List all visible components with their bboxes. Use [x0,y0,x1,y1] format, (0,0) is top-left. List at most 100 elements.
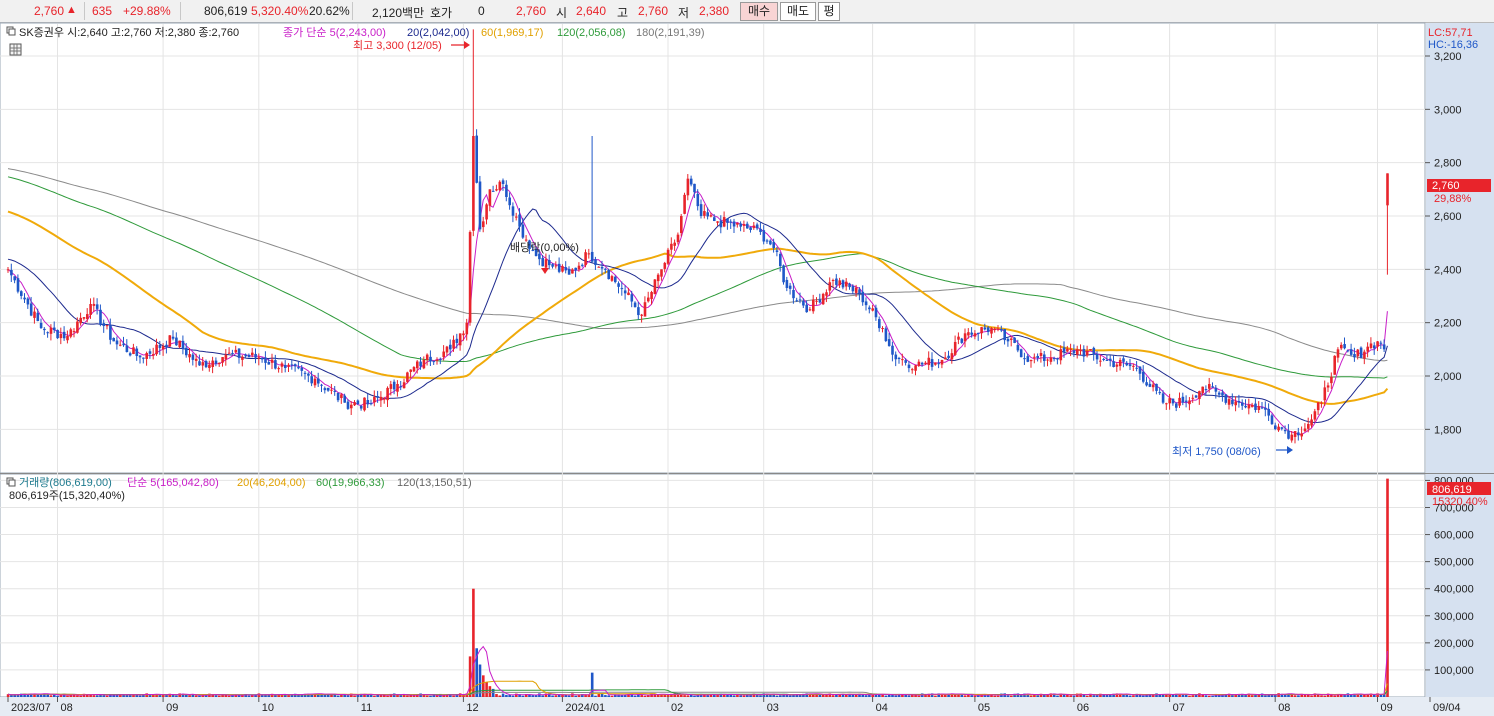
candle-body [736,222,739,225]
candle-body [574,267,577,271]
candle-body [983,327,987,330]
volume-ma20-legend: 20(46,204,00) [237,477,306,489]
candle-body [389,384,393,389]
candle-body [775,250,779,252]
candle-body [221,357,224,363]
candle-body [1165,403,1168,405]
candle-body [237,348,241,358]
candle-body [726,218,729,223]
candle-body [49,327,53,334]
candle-body [706,212,709,217]
volume-bar [742,695,746,697]
candle-body [1201,386,1204,393]
candle-body [1145,382,1148,386]
volume-bar [1379,694,1383,697]
candle-body [363,397,366,411]
candle-body [1092,347,1096,355]
volume-bar [769,694,772,697]
volume-bar [95,695,99,697]
candle-body [1000,329,1003,331]
candle-body [452,339,455,349]
price-tag-pct: 29,88% [1434,193,1472,205]
volume-bar [557,694,561,697]
candle-body [772,242,775,248]
candle-body [680,216,683,234]
candle-body [538,253,541,260]
candle-body [729,221,733,223]
candle-body [62,331,66,339]
candle-body [439,358,442,360]
candle-body [590,251,594,262]
x-tick-label: 09 [1381,702,1393,714]
candle-body [178,340,181,348]
candle-body [462,333,465,336]
candle-body [515,216,518,218]
candle-body [699,204,703,216]
candle-body [369,403,373,405]
volume-tick-label: 500,000 [1434,557,1474,569]
candle-body [43,328,46,331]
candle-body [1224,394,1228,403]
ma180-legend: 180(2,191,39) [636,27,705,39]
candle-body [739,223,742,227]
candle-body [1280,427,1284,429]
candle-body [1349,349,1353,355]
stock-chart[interactable]: 1,800 2,000 2,200 2,400 2,600 2,800 3,000 3,200… [0,0,1494,716]
candle-body [247,354,251,358]
candle-body [53,327,56,331]
candle-body [1151,384,1155,388]
volume-bar [904,694,907,697]
candle-body [1085,350,1089,356]
candle-body [1138,366,1142,374]
candle-body [656,274,660,282]
volume-bar [1161,694,1165,697]
volume-bar [1158,694,1162,697]
x-tick-label: 06 [1077,702,1089,714]
volume-bar [399,695,403,697]
price-tick-label: 3,200 [1434,51,1462,63]
candle-body [548,259,551,266]
candle-body [82,317,86,319]
candle-body [980,327,983,334]
grid-table-icon[interactable] [9,43,22,56]
volume-bar [1320,695,1323,697]
volume-bar [194,695,198,697]
candle-body [973,333,977,337]
volume-bar [851,694,855,697]
candle-body [1359,347,1363,358]
volume-bar [1231,695,1234,697]
candle-body [135,348,139,356]
candle-body [412,367,416,372]
candle-body [1247,404,1251,409]
volume-bar [1254,694,1257,697]
candle-body [1353,354,1356,358]
volume-bar [554,695,558,697]
price-panel[interactable] [0,22,1426,474]
volume-bar [1066,694,1069,697]
candle-body [798,299,802,301]
candle-body [792,290,795,299]
volume-bar [1191,695,1195,697]
candle-body [350,404,353,409]
candle-body [392,381,396,390]
volume-bar [868,694,871,697]
candle-body [1109,358,1112,361]
x-tick-label: 04 [876,702,888,714]
candle-body [1082,348,1086,357]
volume-bar [406,695,409,697]
volume-bar [346,695,350,697]
candle-body [1379,342,1383,344]
candle-body [386,387,389,401]
volume-bar [551,695,554,697]
candle-body [409,369,412,372]
volume-bar [251,695,254,697]
volume-bar [501,693,505,697]
candle-body [1234,401,1237,406]
volume-bar [432,695,436,697]
candle-body [290,364,294,366]
candle-body [752,225,756,229]
candle-body [1307,424,1310,429]
lc-label: LC:57,71 [1428,27,1473,39]
candle-body [881,328,884,330]
candle-body [785,279,789,288]
